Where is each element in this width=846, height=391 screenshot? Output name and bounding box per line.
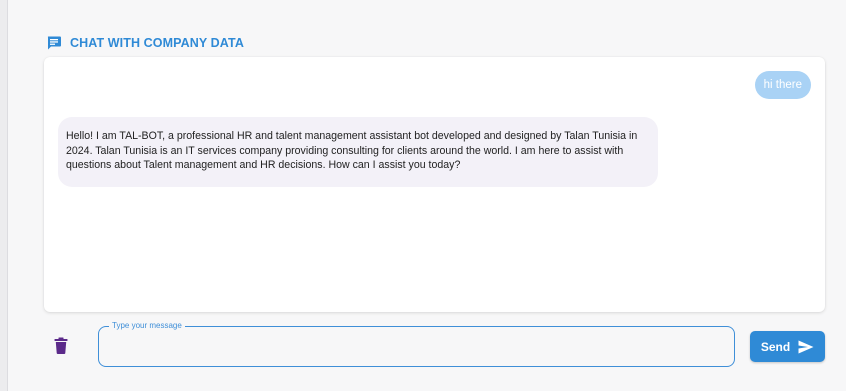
send-arrow-icon	[798, 340, 814, 354]
send-button[interactable]: Send	[750, 331, 825, 362]
message-input[interactable]	[99, 327, 734, 366]
trash-icon	[54, 337, 68, 359]
bot-message-bubble: Hello! I am TAL-BOT, a professional HR a…	[58, 117, 658, 187]
message-input-field[interactable]: Type your message	[98, 320, 735, 367]
message-composer: Type your message Send	[0, 320, 846, 380]
chat-header: CHAT WITH COMPANY DATA	[46, 34, 244, 52]
page-title: CHAT WITH COMPANY DATA	[70, 36, 244, 50]
chat-bubble-icon	[46, 35, 62, 51]
user-message-bubble: hi there	[754, 71, 811, 99]
clear-chat-button[interactable]	[52, 337, 70, 359]
chat-messages-panel[interactable]: hi there Hello! I am TAL-BOT, a professi…	[44, 57, 825, 312]
send-button-label: Send	[760, 339, 791, 354]
